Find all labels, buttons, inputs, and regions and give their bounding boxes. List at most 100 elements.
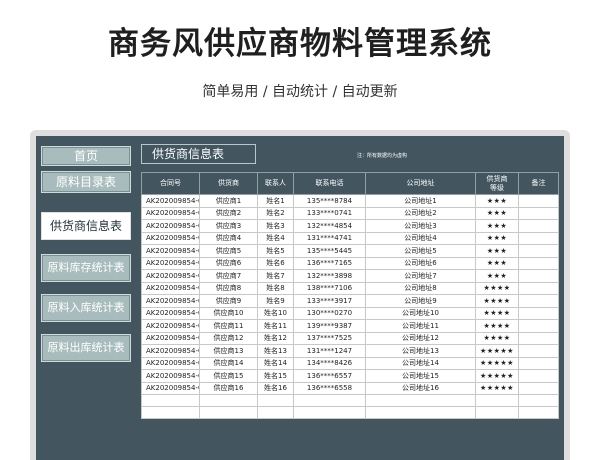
cell-supplier[interactable]: 供应商14 xyxy=(199,356,258,370)
cell-contract-no[interactable]: AK202009854-009 xyxy=(141,294,200,308)
cell-rating[interactable]: ★★★ xyxy=(475,206,519,220)
cell-contact[interactable]: 姓名5 xyxy=(257,244,294,258)
cell-address[interactable]: 公司地址12 xyxy=(365,331,476,345)
cell-supplier[interactable]: 供应商13 xyxy=(199,344,258,358)
cell-contact[interactable]: 姓名14 xyxy=(257,356,294,370)
cell-contract-no[interactable]: AK202009854-003 xyxy=(141,219,200,233)
cell-address[interactable]: 公司地址4 xyxy=(365,231,476,245)
cell-contract-no[interactable]: AK202009854-013 xyxy=(141,344,200,358)
cell-remark[interactable] xyxy=(518,281,559,295)
cell-remark[interactable] xyxy=(518,294,559,308)
cell-phone[interactable]: 136****6557 xyxy=(293,369,366,383)
cell-remark[interactable] xyxy=(518,369,559,383)
cell-remark[interactable] xyxy=(518,206,559,220)
cell-contact[interactable]: 姓名4 xyxy=(257,231,294,245)
cell-rating[interactable]: ★★★ xyxy=(475,231,519,245)
cell-remark[interactable] xyxy=(518,194,559,208)
cell-contract-no[interactable]: AK202009854-008 xyxy=(141,281,200,295)
cell-rating[interactable]: ★★★ xyxy=(475,269,519,283)
cell-remark[interactable] xyxy=(518,231,559,245)
cell-address[interactable]: 公司地址13 xyxy=(365,344,476,358)
cell-rating[interactable]: ★★★ xyxy=(475,256,519,270)
cell-contract-no[interactable]: AK202009854-002 xyxy=(141,206,200,220)
cell-remark[interactable] xyxy=(518,256,559,270)
cell-contract-no[interactable]: AK202009854-012 xyxy=(141,331,200,345)
cell-contract-no[interactable]: AK202009854-005 xyxy=(141,244,200,258)
cell-phone[interactable]: 133****0741 xyxy=(293,206,366,220)
cell-rating[interactable]: ★★★★ xyxy=(475,294,519,308)
cell-empty[interactable] xyxy=(475,406,519,419)
cell-phone[interactable]: 131****1247 xyxy=(293,344,366,358)
cell-contact[interactable]: 姓名13 xyxy=(257,344,294,358)
cell-empty[interactable] xyxy=(257,394,294,407)
cell-supplier[interactable]: 供应商1 xyxy=(199,194,258,208)
cell-phone[interactable]: 131****4741 xyxy=(293,231,366,245)
cell-rating[interactable]: ★★★ xyxy=(475,194,519,208)
cell-rating[interactable]: ★★★★★ xyxy=(475,369,519,383)
cell-rating[interactable]: ★★★★★ xyxy=(475,344,519,358)
cell-supplier[interactable]: 供应商16 xyxy=(199,381,258,395)
cell-contract-no[interactable]: AK202009854-011 xyxy=(141,319,200,333)
cell-address[interactable]: 公司地址10 xyxy=(365,306,476,320)
sidebar-item-supplier-info[interactable]: 供货商信息表 xyxy=(41,212,131,240)
cell-phone[interactable]: 137****7525 xyxy=(293,331,366,345)
cell-phone[interactable]: 132****3898 xyxy=(293,269,366,283)
sidebar-item-home[interactable]: 首页 xyxy=(41,146,131,166)
cell-rating[interactable]: ★★★ xyxy=(475,219,519,233)
cell-supplier[interactable]: 供应商4 xyxy=(199,231,258,245)
cell-rating[interactable]: ★★★★ xyxy=(475,331,519,345)
cell-phone[interactable]: 134****8426 xyxy=(293,356,366,370)
cell-phone[interactable]: 139****9387 xyxy=(293,319,366,333)
cell-contract-no[interactable]: AK202009854-015 xyxy=(141,369,200,383)
cell-supplier[interactable]: 供应商11 xyxy=(199,319,258,333)
cell-supplier[interactable]: 供应商7 xyxy=(199,269,258,283)
cell-supplier[interactable]: 供应商6 xyxy=(199,256,258,270)
cell-address[interactable]: 公司地址8 xyxy=(365,281,476,295)
cell-contract-no[interactable]: AK202009854-010 xyxy=(141,306,200,320)
cell-contact[interactable]: 姓名6 xyxy=(257,256,294,270)
cell-rating[interactable]: ★★★★ xyxy=(475,281,519,295)
cell-contract-no[interactable]: AK202009854-006 xyxy=(141,256,200,270)
cell-contact[interactable]: 姓名12 xyxy=(257,331,294,345)
cell-contact[interactable]: 姓名9 xyxy=(257,294,294,308)
cell-remark[interactable] xyxy=(518,269,559,283)
cell-address[interactable]: 公司地址9 xyxy=(365,294,476,308)
cell-address[interactable]: 公司地址5 xyxy=(365,244,476,258)
cell-address[interactable]: 公司地址7 xyxy=(365,269,476,283)
cell-remark[interactable] xyxy=(518,344,559,358)
cell-rating[interactable]: ★★★★ xyxy=(475,306,519,320)
cell-address[interactable]: 公司地址1 xyxy=(365,194,476,208)
cell-empty[interactable] xyxy=(257,406,294,419)
cell-contact[interactable]: 姓名3 xyxy=(257,219,294,233)
cell-empty[interactable] xyxy=(518,394,559,407)
cell-contract-no[interactable]: AK202009854-016 xyxy=(141,381,200,395)
cell-supplier[interactable]: 供应商15 xyxy=(199,369,258,383)
cell-rating[interactable]: ★★★ xyxy=(475,244,519,258)
cell-supplier[interactable]: 供应商5 xyxy=(199,244,258,258)
cell-remark[interactable] xyxy=(518,306,559,320)
cell-contact[interactable]: 姓名2 xyxy=(257,206,294,220)
cell-contact[interactable]: 姓名11 xyxy=(257,319,294,333)
cell-address[interactable]: 公司地址2 xyxy=(365,206,476,220)
cell-address[interactable]: 公司地址16 xyxy=(365,381,476,395)
cell-empty[interactable] xyxy=(365,394,476,407)
cell-contract-no[interactable]: AK202009854-004 xyxy=(141,231,200,245)
cell-address[interactable]: 公司地址14 xyxy=(365,356,476,370)
cell-remark[interactable] xyxy=(518,219,559,233)
sidebar-item-material-catalog[interactable]: 原料目录表 xyxy=(41,171,131,193)
cell-remark[interactable] xyxy=(518,331,559,345)
sidebar-item-stock-stats[interactable]: 原料库存统计表 xyxy=(41,254,131,282)
cell-phone[interactable]: 130****0270 xyxy=(293,306,366,320)
cell-contact[interactable]: 姓名7 xyxy=(257,269,294,283)
cell-phone[interactable]: 132****4854 xyxy=(293,219,366,233)
cell-supplier[interactable]: 供应商10 xyxy=(199,306,258,320)
cell-supplier[interactable]: 供应商2 xyxy=(199,206,258,220)
cell-address[interactable]: 公司地址6 xyxy=(365,256,476,270)
cell-empty[interactable] xyxy=(199,394,258,407)
cell-remark[interactable] xyxy=(518,381,559,395)
cell-remark[interactable] xyxy=(518,244,559,258)
cell-supplier[interactable]: 供应商8 xyxy=(199,281,258,295)
cell-remark[interactable] xyxy=(518,319,559,333)
cell-phone[interactable]: 133****3917 xyxy=(293,294,366,308)
cell-empty[interactable] xyxy=(475,394,519,407)
